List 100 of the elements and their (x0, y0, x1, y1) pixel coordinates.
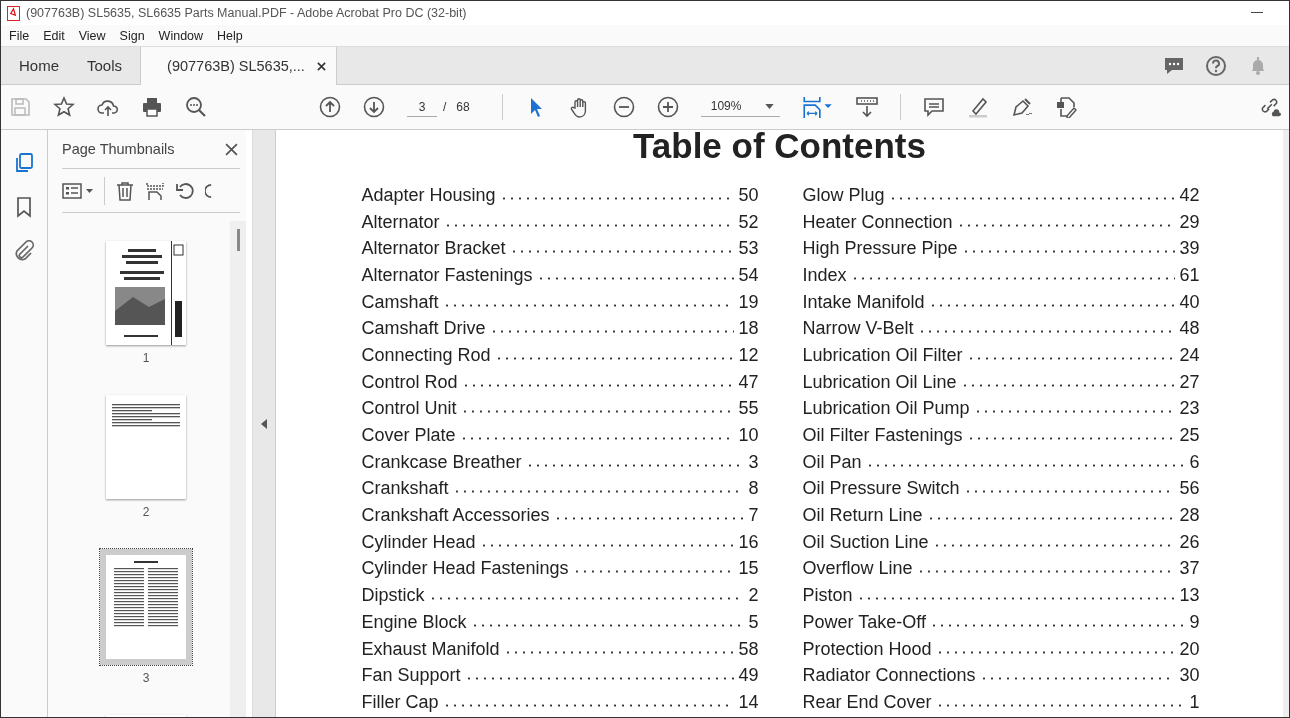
toc-entry[interactable]: Alternator Fastenings (361, 264, 533, 286)
toc-page-number: 37 (1179, 558, 1200, 580)
toc-entry[interactable]: High Pressure Pipe (802, 238, 958, 260)
toc-entry[interactable]: Camshaft Drive (361, 318, 486, 340)
toc-page-number: 49 (738, 665, 759, 687)
toc-entry[interactable]: Oil Return Line (802, 505, 923, 527)
toc-entry[interactable]: Oil Pan (802, 451, 862, 473)
edit-document-icon[interactable] (1055, 96, 1078, 118)
trash-icon[interactable] (115, 180, 135, 201)
toc-entry[interactable]: Crankshaft (361, 478, 449, 500)
zoom-out-icon[interactable] (612, 96, 635, 118)
toc-entry[interactable]: Lubrication Oil Line (802, 371, 957, 393)
toc-entry[interactable]: Heater Connection (802, 211, 953, 233)
toc-page-number: 28 (1179, 505, 1200, 527)
menu-item[interactable]: Sign (119, 28, 145, 43)
toc-page-number: 29 (1179, 211, 1200, 233)
page-thumbnail[interactable] (106, 241, 186, 345)
toc-entry[interactable]: Overflow Line (802, 558, 913, 580)
toc-page-number: 58 (738, 638, 759, 660)
toc-entry[interactable]: Protection Hood (802, 638, 932, 660)
toc-entry[interactable]: Oil Filter Fastenings (802, 425, 963, 447)
minimize-icon[interactable] (1251, 12, 1263, 14)
close-icon[interactable] (316, 61, 326, 71)
toc-page-number: 19 (738, 291, 759, 313)
scroll-mode-icon[interactable] (856, 96, 879, 118)
toc-page-number: 3 (748, 451, 759, 473)
menu-item[interactable]: View (78, 28, 106, 43)
extract-page-icon[interactable] (145, 180, 165, 201)
caret-icon[interactable] (765, 103, 775, 109)
comment-icon[interactable] (923, 96, 946, 118)
toc-entry[interactable]: Control Rod (361, 371, 458, 393)
scrollbar-thumb[interactable] (236, 229, 240, 251)
toc-page-number: 30 (1179, 665, 1200, 687)
toc-entry[interactable]: Glow Plug (802, 184, 885, 206)
toc-entry[interactable]: Crankcase Breather (361, 451, 522, 473)
close-icon[interactable] (225, 142, 238, 156)
zoom-dropdown[interactable]: 109% (700, 97, 781, 117)
help-icon[interactable] (1205, 54, 1227, 77)
toc-entry[interactable]: Index (802, 264, 847, 286)
toc-entry[interactable]: Camshaft (361, 291, 439, 313)
toc-entry[interactable]: Rear End Cover (802, 691, 932, 713)
search-icon[interactable] (185, 96, 207, 118)
toc-entry[interactable]: Cylinder Head Fastenings (361, 558, 569, 580)
menu-item[interactable]: Edit (43, 28, 65, 43)
options-icon[interactable] (62, 180, 94, 201)
collapse-icon[interactable] (261, 418, 267, 429)
toc-entry[interactable]: Cover Plate (361, 425, 456, 447)
page-thumbnail[interactable] (106, 395, 186, 499)
arrow-up-icon[interactable] (319, 96, 341, 118)
rotate-left-icon[interactable] (175, 180, 195, 201)
menu-item[interactable]: Help (217, 28, 243, 43)
panel-title: Page Thumbnails (62, 141, 175, 157)
page-number-field[interactable]: 3 (407, 97, 437, 117)
toc-entry[interactable]: Radiator Connections (802, 665, 976, 687)
toc-entry[interactable]: Control Unit (361, 398, 457, 420)
pages-icon[interactable] (13, 152, 35, 174)
toc-page-number: 40 (1179, 291, 1200, 313)
toc-page-number: 12 (738, 344, 759, 366)
paperclip-icon[interactable] (13, 240, 35, 262)
page-separator: / (443, 100, 447, 114)
toc-entry[interactable]: Filler Cap (361, 691, 439, 713)
toc-entry[interactable]: Fan Support (361, 665, 461, 687)
toc-entry[interactable]: Exhaust Manifold (361, 638, 500, 660)
highlighter-icon[interactable] (967, 96, 990, 118)
menu-item[interactable]: Window (158, 28, 204, 43)
toc-entry[interactable]: Oil Suction Line (802, 531, 929, 553)
toc-page-number: 10 (738, 425, 759, 447)
toc-entry[interactable]: Dipstick (361, 585, 425, 607)
toc-entry[interactable]: Piston (802, 585, 853, 607)
toc-entry[interactable]: Connecting Rod (361, 344, 491, 366)
link-cloud-icon[interactable] (1259, 96, 1281, 118)
page-thumbnail[interactable] (100, 549, 192, 665)
toc-entry[interactable]: Engine Block (361, 611, 467, 633)
toc-entry[interactable]: Adapter Housing (361, 184, 496, 206)
toc-entry[interactable]: Lubrication Oil Pump (802, 398, 970, 420)
toc-entry[interactable]: Oil Pressure Switch (802, 478, 960, 500)
star-icon[interactable] (53, 96, 75, 118)
toc-page-number: 52 (738, 211, 759, 233)
toc-page-number: 8 (748, 478, 759, 500)
toc-entry[interactable]: Power Take-Off (802, 611, 926, 633)
menu-item[interactable]: File (9, 28, 30, 43)
page-count: 68 (456, 100, 470, 114)
tab[interactable]: (907763B) SL5635,... (140, 47, 337, 85)
pen-sign-icon[interactable] (1011, 96, 1034, 118)
zoom-in-icon[interactable] (656, 96, 679, 118)
toc-entry[interactable]: Cylinder Head (361, 531, 476, 553)
toc-entry[interactable]: Narrow V-Belt (802, 318, 914, 340)
toc-page-number: 54 (738, 264, 759, 286)
tab[interactable]: Home (1, 47, 69, 84)
tab[interactable]: Tools (69, 47, 141, 84)
toc-page-number: 50 (738, 184, 759, 206)
pdf-app-icon (7, 5, 20, 21)
toc-entry[interactable]: Alternator (361, 211, 440, 233)
toc-entry[interactable]: Lubrication Oil Filter (802, 344, 963, 366)
print-icon[interactable] (141, 96, 163, 118)
toc-entry[interactable]: Crankshaft Accessories (361, 505, 550, 527)
arrow-down-icon[interactable] (363, 96, 385, 118)
toc-page-number: 47 (738, 371, 759, 393)
toc-entry[interactable]: Alternator Bracket (361, 238, 506, 260)
toc-entry[interactable]: Intake Manifold (802, 291, 925, 313)
